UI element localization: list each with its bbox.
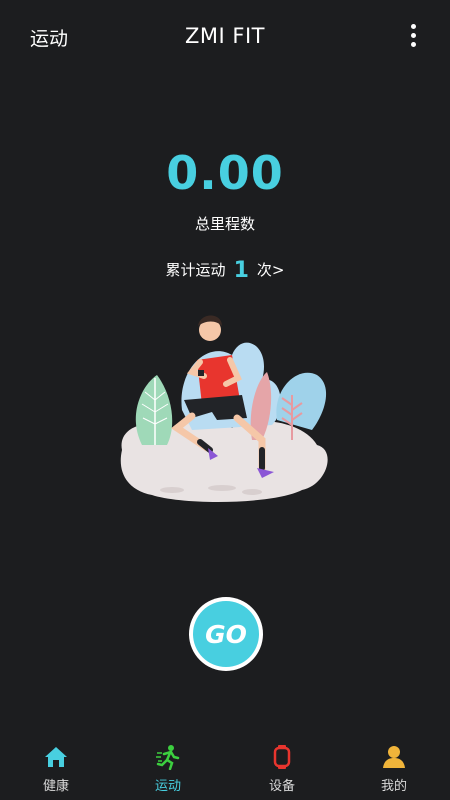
go-label: GO <box>193 601 259 667</box>
watch-icon <box>226 744 338 770</box>
tab-health[interactable]: 健康 <box>0 744 112 794</box>
person-icon <box>338 744 450 770</box>
workout-count-suffix: 次> <box>256 261 285 279</box>
workout-count-value: 1 <box>233 258 249 283</box>
house-icon <box>0 744 112 770</box>
tab-sport[interactable]: 运动 <box>112 744 224 794</box>
tab-profile-label: 我的 <box>380 779 407 794</box>
tab-sport-label: 运动 <box>154 779 181 794</box>
tab-profile[interactable]: 我的 <box>338 744 450 794</box>
runner-icon <box>112 744 224 770</box>
tab-device-label: 设备 <box>268 779 295 794</box>
total-distance-label: 总里程数 <box>194 215 255 233</box>
workout-count-prefix: 累计运动 <box>165 261 226 279</box>
runner-illustration <box>120 315 328 502</box>
total-distance-value: 0.00 <box>166 146 284 200</box>
bottom-tab-bar: 健康 运动 设备 我的 <box>0 736 450 800</box>
go-start-button[interactable]: GO <box>189 597 263 671</box>
workout-count-link[interactable]: 累计运动 1 次> <box>0 258 450 283</box>
tab-device[interactable]: 设备 <box>226 744 338 794</box>
top-bar: 运动 ZMI FIT <box>0 0 450 72</box>
app-title: ZMI FIT <box>185 24 265 48</box>
more-menu-icon[interactable] <box>408 24 418 50</box>
tab-health-label: 健康 <box>42 779 69 794</box>
